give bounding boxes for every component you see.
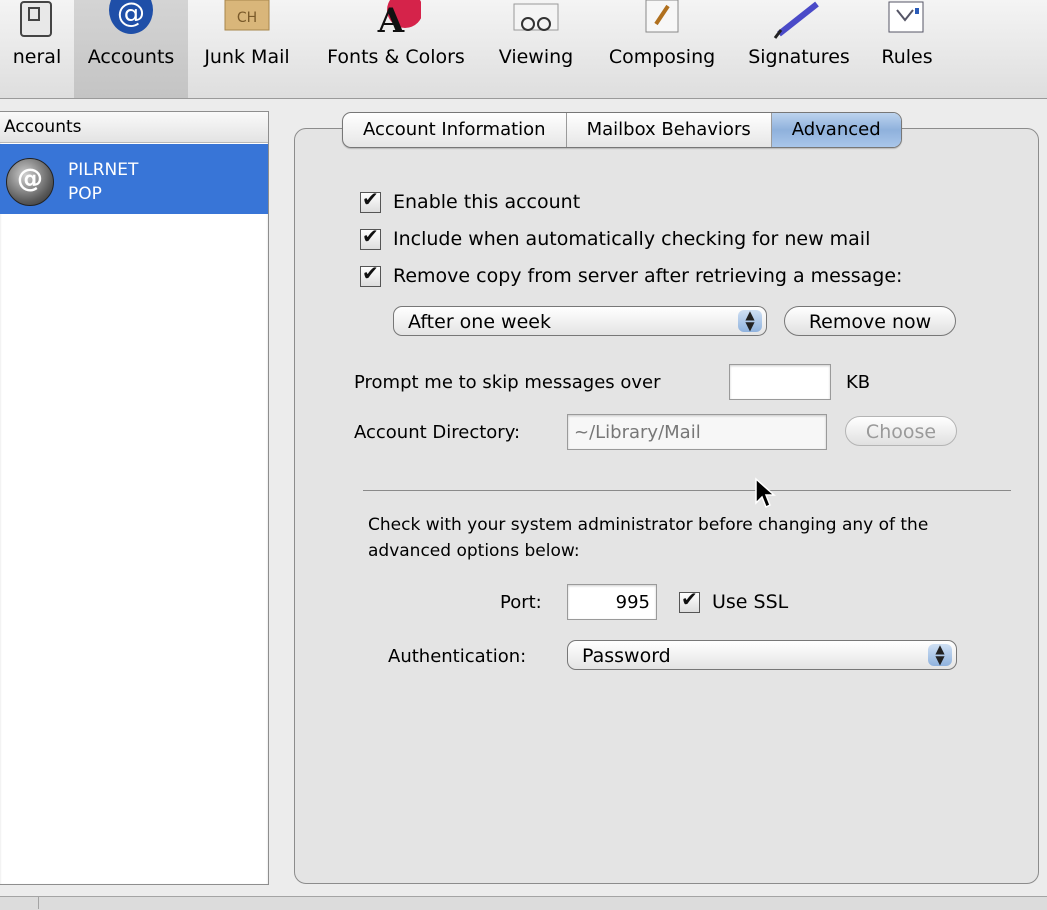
pen-icon — [773, 1, 819, 39]
remove-after-select[interactable]: After one week ▲ ▼ — [393, 306, 767, 336]
svg-text:CH: CH — [237, 10, 257, 26]
auto-check-label: Include when automatically checking for … — [393, 228, 871, 250]
remove-copy-label: Remove copy from server after retrieving… — [393, 265, 903, 287]
account-directory-label: Account Directory: — [354, 422, 521, 443]
remove-now-button[interactable]: Remove now — [784, 306, 956, 336]
at-sign-icon: @ — [109, 0, 153, 34]
settings-tabs: Account Information Mailbox Behaviors Ad… — [342, 112, 902, 148]
remove-after-value: After one week — [408, 311, 551, 333]
svg-text:@: @ — [117, 0, 145, 29]
toolbar-label: Rules — [881, 46, 933, 68]
choose-button[interactable]: Choose — [845, 416, 957, 446]
general-icon — [20, 1, 52, 37]
account-name: PILRNET POP — [68, 158, 138, 206]
remove-copy-row: Remove copy from server after retrieving… — [360, 261, 902, 291]
add-account-button[interactable] — [38, 896, 83, 909]
enable-account-checkbox[interactable] — [360, 187, 381, 213]
rules-icon — [888, 1, 924, 33]
toolbar-label: Viewing — [498, 46, 574, 68]
preferences-toolbar: neral @ Accounts CH Junk Mail A Fonts & … — [0, 0, 1047, 99]
admin-note: Check with your system administrator bef… — [368, 515, 929, 561]
prompt-skip-label: Prompt me to skip messages over — [354, 372, 661, 393]
authentication-select[interactable]: Password ▲ ▼ — [567, 640, 957, 670]
toolbar-viewing[interactable]: Viewing — [486, 0, 586, 98]
separator — [363, 490, 1011, 491]
toolbar-general[interactable]: neral — [0, 0, 74, 98]
use-ssl-label: Use SSL — [712, 591, 789, 613]
toolbar-label: Composing — [608, 46, 716, 68]
at-sign-icon: @ — [6, 158, 54, 206]
use-ssl-row: Use SSL — [679, 587, 788, 617]
use-ssl-checkbox[interactable] — [679, 587, 700, 613]
pencil-icon — [645, 0, 679, 33]
accounts-list-header: Accounts — [0, 112, 268, 143]
junk-mail-icon: CH — [224, 0, 270, 31]
toolbar-rules[interactable]: Rules — [868, 0, 946, 98]
authentication-label: Authentication: — [388, 646, 527, 667]
kb-unit-label: KB — [846, 372, 871, 393]
fonts-colors-icon: A — [377, 0, 421, 40]
skip-size-field[interactable] — [729, 364, 831, 400]
port-label: Port: — [500, 592, 542, 613]
auto-check-row: Include when automatically checking for … — [360, 224, 870, 254]
tab-account-information[interactable]: Account Information — [343, 113, 567, 147]
toolbar-junk-mail[interactable]: CH Junk Mail — [188, 0, 306, 98]
toolbar-label: Signatures — [748, 46, 850, 68]
toolbar-fonts-colors[interactable]: A Fonts & Colors — [306, 0, 486, 98]
tab-mailbox-behaviors[interactable]: Mailbox Behaviors — [567, 113, 772, 147]
accounts-list[interactable]: Accounts @ PILRNET POP — [0, 111, 269, 885]
bottom-bar — [0, 896, 1047, 910]
svg-text:A: A — [377, 1, 405, 40]
authentication-value: Password — [582, 645, 671, 667]
toolbar-label: neral — [12, 46, 62, 68]
toolbar-signatures[interactable]: Signatures — [734, 0, 864, 98]
popup-arrows-icon: ▲ ▼ — [928, 643, 952, 666]
enable-account-row: Enable this account — [360, 187, 580, 217]
glasses-icon — [513, 3, 559, 31]
toolbar-label: Fonts & Colors — [327, 46, 465, 68]
remove-copy-checkbox[interactable] — [360, 261, 381, 287]
toolbar-label: Junk Mail — [204, 46, 290, 68]
toolbar-accounts[interactable]: @ Accounts — [74, 0, 188, 98]
account-row-pilrnet[interactable]: @ PILRNET POP — [0, 144, 268, 214]
popup-arrows-icon: ▲ ▼ — [738, 309, 762, 332]
account-directory-field[interactable]: ~/Library/Mail — [567, 414, 827, 450]
toolbar-composing[interactable]: Composing — [594, 0, 730, 98]
auto-check-checkbox[interactable] — [360, 224, 381, 250]
mouse-cursor-icon — [755, 477, 776, 509]
account-type: POP — [68, 184, 102, 204]
toolbar-label: Accounts — [87, 46, 175, 68]
account-title: PILRNET — [68, 160, 139, 180]
enable-account-label: Enable this account — [393, 191, 581, 213]
tab-advanced[interactable]: Advanced — [771, 113, 901, 147]
port-field[interactable]: 995 — [567, 584, 657, 620]
